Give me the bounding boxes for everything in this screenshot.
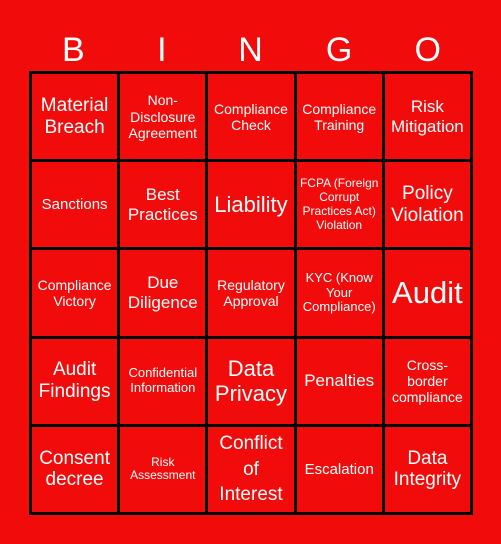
bingo-cell[interactable]: Material Breach (32, 74, 118, 160)
bingo-header: B I N G O (29, 30, 472, 70)
header-letter-i: I (157, 31, 167, 69)
bingo-cell[interactable]: Policy Violation (384, 162, 470, 248)
header-letter-o: O (414, 31, 441, 69)
bingo-cell[interactable]: Data Privacy (208, 338, 294, 424)
bingo-cell[interactable]: Compliance Victory (32, 250, 118, 336)
bingo-grid: Material Breach Non-Disclosure Agreement… (29, 71, 473, 515)
bingo-cell[interactable]: Data Integrity (384, 426, 470, 512)
bingo-cell[interactable]: KYC (Know Your Compliance) (296, 250, 382, 336)
bingo-cell[interactable]: Consent decree (32, 426, 118, 512)
header-letter-b: B (61, 31, 85, 69)
bingo-cell[interactable]: Confidential Information (120, 338, 206, 424)
bingo-cell[interactable]: Risk Assessment (120, 426, 206, 512)
bingo-cell[interactable]: Audit (384, 250, 470, 336)
bingo-cell[interactable]: Cross-border compliance (384, 338, 470, 424)
bingo-cell[interactable]: Escalation (296, 426, 382, 512)
header-letter-n: N (238, 31, 263, 69)
bingo-cell[interactable]: Penalties (296, 338, 382, 424)
bingo-cell[interactable]: Due Diligence (120, 250, 206, 336)
bingo-cell[interactable]: Audit Findings (32, 338, 118, 424)
bingo-cell[interactable]: Risk Mitigation (384, 74, 470, 160)
bingo-cell[interactable]: Sanctions (32, 162, 118, 248)
bingo-cell[interactable]: Compliance Check (208, 74, 294, 160)
bingo-cell[interactable]: Best Practices (120, 162, 206, 248)
bingo-cell[interactable]: Compliance Training (296, 74, 382, 160)
bingo-cell[interactable]: Liability (208, 162, 294, 248)
bingo-cell[interactable]: FCPA (Foreign Corrupt Practices Act) Vio… (296, 162, 382, 248)
bingo-cell[interactable]: Non-Disclosure Agreement (120, 74, 206, 160)
header-letter-g: G (325, 31, 353, 69)
bingo-cell[interactable]: Conflict of Interest (208, 426, 294, 512)
bingo-cell[interactable]: Regulatory Approval (208, 250, 294, 336)
